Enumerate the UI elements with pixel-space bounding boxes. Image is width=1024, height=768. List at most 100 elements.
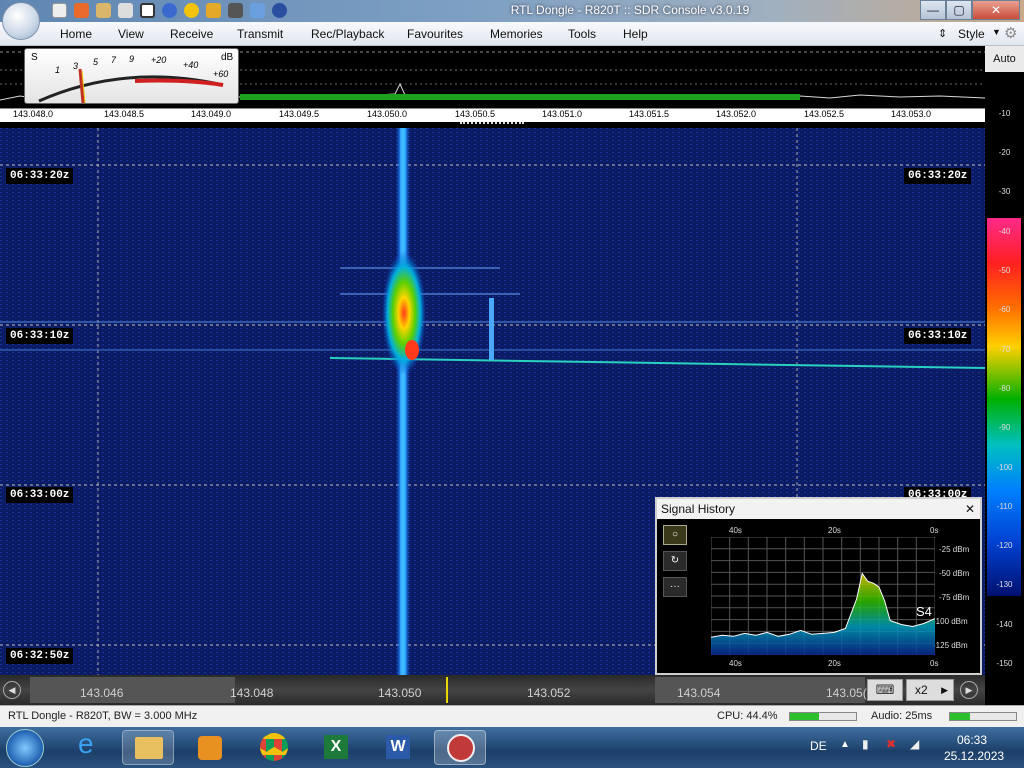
- time-label: 06:33:10z: [6, 328, 74, 344]
- db-label: -40: [998, 227, 1011, 236]
- db-label: -80: [998, 384, 1011, 393]
- time-label: 06:32:50z: [6, 648, 74, 664]
- db-label: -10: [998, 109, 1011, 118]
- bottom-freq-label: 143.052: [527, 686, 571, 700]
- sh-x-label-top: 40s: [729, 526, 742, 535]
- splitter-handle[interactable]: [460, 122, 524, 126]
- menu-view[interactable]: View: [118, 27, 144, 41]
- windows-taskbar: e X W DE ▲ ▮ ✖ ◢ 06:33 25.12.2023: [0, 727, 1024, 768]
- start-button[interactable]: [6, 729, 44, 767]
- camera-icon[interactable]: [228, 3, 243, 18]
- media-player-icon[interactable]: [184, 730, 236, 765]
- freq-tick: 143.048.5: [103, 109, 145, 119]
- clock-time[interactable]: 06:33: [957, 733, 987, 747]
- language-indicator[interactable]: DE: [810, 739, 827, 753]
- zoom-button[interactable]: x2 ▶: [906, 679, 954, 701]
- help-icon[interactable]: [74, 3, 89, 18]
- tray-expand-icon[interactable]: ▲: [840, 739, 850, 750]
- menu-favourites[interactable]: Favourites: [407, 27, 463, 41]
- home-icon[interactable]: [52, 3, 67, 18]
- record-button[interactable]: ○: [663, 525, 687, 545]
- db-label: -100: [996, 463, 1013, 472]
- file-explorer-icon[interactable]: [122, 730, 174, 765]
- freq-tick: 143.051.0: [541, 109, 583, 119]
- bottom-freq-label: 143.048: [230, 686, 274, 700]
- word-icon[interactable]: W: [372, 730, 424, 765]
- maximize-button[interactable]: ▢: [946, 0, 972, 20]
- menu-receive[interactable]: Receive: [170, 27, 213, 41]
- db-label: -150: [996, 659, 1013, 668]
- zoom-right-arrow-icon: ▶: [941, 685, 948, 695]
- stop-icon[interactable]: [140, 3, 155, 18]
- device-status: RTL Dongle - R820T, BW = 3.000 MHz: [8, 710, 198, 722]
- refresh-icon[interactable]: [272, 3, 287, 18]
- db-label: -140: [996, 620, 1013, 629]
- menu-home[interactable]: Home: [60, 27, 92, 41]
- lock-icon[interactable]: [206, 3, 221, 18]
- drop-icon[interactable]: [250, 3, 265, 18]
- chrome-icon[interactable]: [248, 730, 300, 765]
- settings-gear-icon[interactable]: ⚙: [1004, 24, 1017, 42]
- app-menu-orb-button[interactable]: [2, 2, 40, 40]
- tray-device-icon[interactable]: ▮: [862, 737, 869, 751]
- time-label: 06:33:00z: [6, 487, 74, 503]
- reset-button[interactable]: ↻: [663, 551, 687, 571]
- clock-date[interactable]: 25.12.2023: [944, 749, 1004, 763]
- network-icon[interactable]: ✖: [886, 737, 896, 751]
- star-icon[interactable]: [184, 3, 199, 18]
- sh-x-label-bottom: 0s: [930, 659, 939, 668]
- folder-icon[interactable]: [96, 3, 111, 18]
- sh-x-label-bottom: 40s: [729, 659, 742, 668]
- time-label: 06:33:20z: [6, 168, 74, 184]
- freq-tick: 143.052.0: [715, 109, 757, 119]
- bottom-freq-label: 143.046: [80, 686, 124, 700]
- scroll-left-icon[interactable]: ◀: [3, 681, 21, 699]
- time-label: 06:33:10z: [904, 328, 972, 344]
- audio-status: Audio: 25ms: [871, 710, 933, 722]
- minimize-button[interactable]: —: [920, 0, 946, 20]
- style-updown-icon[interactable]: ⇕: [938, 27, 947, 40]
- db-label: -50: [998, 266, 1011, 275]
- db-label: -130: [996, 580, 1013, 589]
- zoom-label: x2: [915, 683, 928, 697]
- s-meter: S dB 1 3 5 7 9 +20 +40 +60: [24, 48, 239, 104]
- menu-help[interactable]: Help: [623, 27, 648, 41]
- menu-memories[interactable]: Memories: [490, 27, 543, 41]
- style-menu[interactable]: Style: [958, 27, 985, 41]
- signal-history-panel: Signal History ✕ ○ ↻ ··· 40s 20s 0s 40s …: [655, 497, 982, 675]
- sdr-console-taskbar-icon[interactable]: [434, 730, 486, 765]
- bandwidth-bar[interactable]: [240, 94, 800, 100]
- menu-transmit[interactable]: Transmit: [237, 27, 283, 41]
- bottom-frequency-bar[interactable]: ◀ 143.046 143.048 143.050 143.052 143.05…: [0, 675, 985, 705]
- play-icon[interactable]: [118, 3, 133, 18]
- freq-tick: 143.053.0: [890, 109, 932, 119]
- sh-y-label: -50 dBm: [939, 569, 970, 578]
- sh-y-label: -125 dBm: [933, 641, 968, 650]
- volume-icon[interactable]: ◢: [910, 737, 919, 751]
- scroll-right-icon[interactable]: ▶: [960, 681, 978, 699]
- more-button[interactable]: ···: [663, 577, 687, 597]
- s-reading: S4: [916, 604, 932, 619]
- signal-history-close-icon[interactable]: ✕: [965, 502, 975, 516]
- freq-tick: 143.052.5: [803, 109, 845, 119]
- internet-explorer-icon[interactable]: e: [66, 728, 118, 765]
- signal-history-title: Signal History: [657, 499, 980, 519]
- bottom-band-shade: [30, 677, 235, 703]
- add-icon[interactable]: [162, 3, 177, 18]
- menu-rec-playback[interactable]: Rec/Playback: [311, 27, 384, 41]
- sh-y-label: -75 dBm: [939, 593, 970, 602]
- auto-button[interactable]: Auto: [985, 46, 1024, 72]
- tuning-marker[interactable]: [446, 677, 448, 703]
- keyboard-icon[interactable]: ⌨: [867, 679, 903, 701]
- excel-icon[interactable]: X: [310, 730, 362, 765]
- sh-x-label-top: 0s: [930, 526, 939, 535]
- status-bar: RTL Dongle - R820T, BW = 3.000 MHz CPU: …: [0, 705, 1024, 727]
- freq-tick: 143.050.0: [366, 109, 408, 119]
- sh-x-label-bottom: 20s: [828, 659, 841, 668]
- window-title: RTL Dongle - R820T :: SDR Console v3.0.1…: [510, 3, 750, 17]
- close-button[interactable]: ✕: [972, 0, 1020, 20]
- menu-tools[interactable]: Tools: [568, 27, 596, 41]
- db-label: -30: [998, 187, 1011, 196]
- style-dropdown-icon[interactable]: ▼: [992, 27, 1001, 37]
- cpu-meter: [789, 712, 857, 721]
